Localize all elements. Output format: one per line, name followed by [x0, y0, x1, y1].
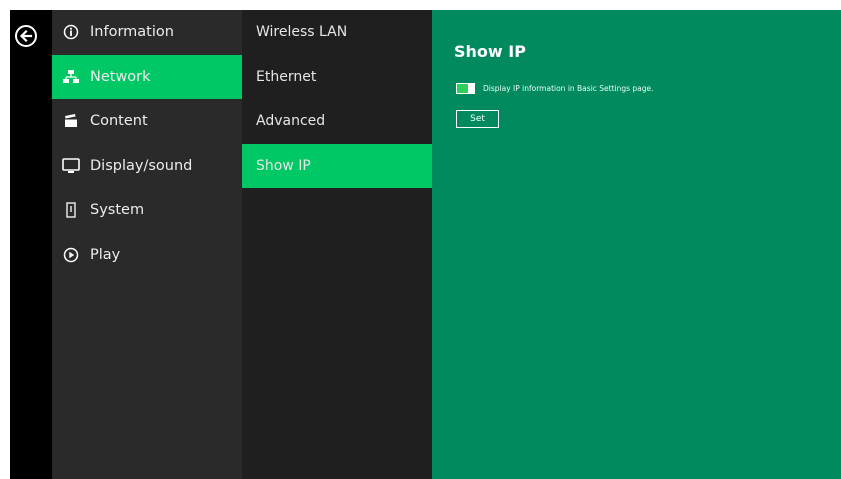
network-icon: [62, 68, 80, 86]
submenu-item-label: Wireless LAN: [256, 24, 348, 41]
show-ip-toggle[interactable]: [456, 83, 475, 94]
toggle-knob: [468, 84, 474, 93]
submenu-item-label: Ethernet: [256, 68, 317, 85]
back-strip: [10, 10, 52, 479]
nav-item-label: Network: [90, 68, 151, 85]
submenu-item-wireless-lan[interactable]: Wireless LAN: [242, 10, 432, 55]
nav-item-display-sound[interactable]: Display/sound: [52, 144, 242, 189]
nav-item-play[interactable]: Play: [52, 233, 242, 278]
submenu-item-ethernet[interactable]: Ethernet: [242, 55, 432, 100]
nav-item-content[interactable]: Content: [52, 99, 242, 144]
submenu-item-label: Advanced: [256, 113, 326, 130]
submenu-item-advanced[interactable]: Advanced: [242, 99, 432, 144]
nav-item-information[interactable]: Information: [52, 10, 242, 55]
nav-item-label: Information: [90, 24, 174, 41]
app-frame: Information Network Content Display/soun…: [10, 10, 841, 479]
submenu-item-show-ip[interactable]: Show IP: [242, 143, 432, 188]
info-icon: [62, 23, 80, 41]
nav-item-label: Content: [90, 113, 148, 130]
nav-item-system[interactable]: System: [52, 188, 242, 233]
submenu-item-label: Show IP: [256, 157, 311, 174]
show-ip-option-label: Display IP information in Basic Settings…: [483, 84, 654, 93]
nav-item-label: Display/sound: [90, 157, 193, 174]
back-button[interactable]: [15, 25, 37, 47]
main-nav: Information Network Content Display/soun…: [52, 10, 242, 479]
clapperboard-icon: [62, 112, 80, 130]
show-ip-option: Display IP information in Basic Settings…: [456, 83, 654, 94]
play-icon: [62, 246, 80, 264]
panel-title: Show IP: [454, 42, 526, 61]
monitor-icon: [62, 157, 80, 175]
content-panel: Show IP Display IP information in Basic …: [432, 10, 841, 479]
nav-item-network[interactable]: Network: [52, 54, 242, 99]
set-button[interactable]: Set: [456, 110, 499, 128]
back-arrow-icon: [19, 29, 33, 43]
tower-icon: [62, 201, 80, 219]
sub-menu: Wireless LAN Ethernet Advanced Show IP: [242, 10, 432, 479]
nav-item-label: Play: [90, 246, 121, 263]
nav-item-label: System: [90, 202, 145, 219]
